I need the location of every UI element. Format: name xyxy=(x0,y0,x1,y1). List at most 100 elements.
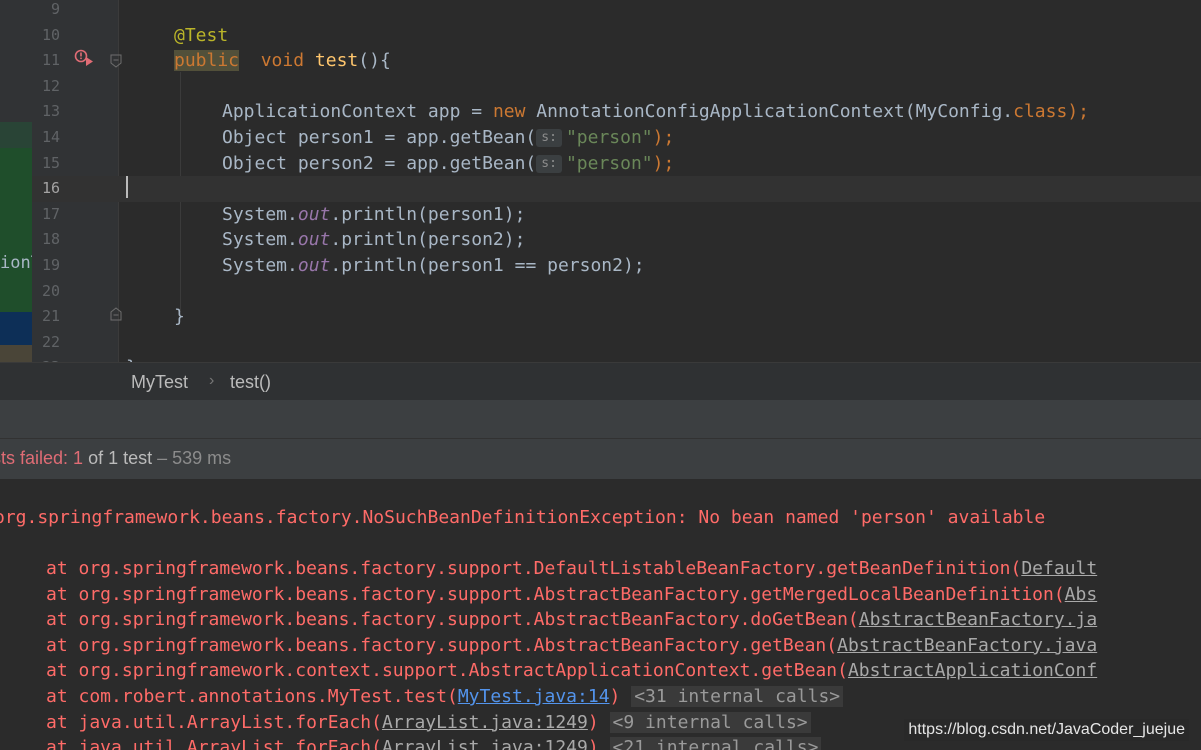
class-closing-brace: } xyxy=(126,355,137,362)
println-statement-3: System.out.println(person1 == person2); xyxy=(222,253,645,279)
code-line-10[interactable]: 10 @Test xyxy=(32,23,1201,49)
fold-end-icon[interactable] xyxy=(110,307,122,321)
method-call: .println(person1); xyxy=(330,203,526,225)
code-line-21[interactable]: 21 } xyxy=(32,304,1201,330)
source-link[interactable]: Abs xyxy=(1065,584,1098,605)
tests-failed-label: ests failed: xyxy=(0,448,69,468)
code-line-15[interactable]: 15 Object person2 = app.getBean(s: "perso… xyxy=(32,151,1201,177)
line-number: 19 xyxy=(41,256,60,274)
context-statement: ApplicationContext app = new AnnotationC… xyxy=(222,99,1089,125)
panel-block xyxy=(0,0,32,122)
code-line-22[interactable]: 22 xyxy=(32,330,1201,356)
source-link[interactable]: ArrayList.java:1249 xyxy=(382,737,588,750)
source-link[interactable]: ArrayList.java:1249 xyxy=(382,712,588,733)
class-ref: System. xyxy=(222,203,298,225)
keyword-public: public xyxy=(174,50,240,72)
line-number: 15 xyxy=(41,153,60,172)
console-output[interactable]: org.springframework.beans.factory.NoSuch… xyxy=(0,479,1201,750)
internal-calls-fold[interactable]: <9 internal calls> xyxy=(609,711,811,733)
code-line-12[interactable]: 12 xyxy=(32,74,1201,100)
code-line-23[interactable]: 23 } xyxy=(32,355,1201,362)
closing-brace: } xyxy=(174,306,185,328)
breadcrumb-method[interactable]: test() xyxy=(230,372,271,393)
statement-end: ); xyxy=(1067,101,1089,123)
code-line-9[interactable]: 9 xyxy=(32,0,1201,23)
line-number: 22 xyxy=(41,332,60,351)
statement-end: ); xyxy=(652,127,675,148)
code-line-11[interactable]: 11 public void test(){ xyxy=(32,48,1201,74)
frame-text: at java.util.ArrayList.forEach( xyxy=(46,711,382,733)
line-number: 16 xyxy=(41,179,60,198)
keyword-new: new xyxy=(492,101,526,123)
string-literal: "person" xyxy=(565,127,653,148)
source-link[interactable]: Default xyxy=(1021,558,1097,579)
exception-message: org.springframework.beans.factory.NoSuch… xyxy=(0,507,1046,528)
stack-frame: at java.util.ArrayList.forEach(ArrayList… xyxy=(46,735,822,750)
test-result-summary: ests failed: 1 of 1 test – 539 ms xyxy=(0,448,231,469)
source-link[interactable]: AbstractBeanFactory.java xyxy=(837,635,1097,656)
static-field: out xyxy=(297,255,331,276)
keyword-class: class xyxy=(1013,101,1068,123)
method-params: (){ xyxy=(358,50,391,72)
keyword-void: void xyxy=(260,50,305,72)
project-panel-strip: ionT xyxy=(0,0,32,400)
code-line-18[interactable]: 18 System.out.println(person2); xyxy=(32,227,1201,253)
code-line-14[interactable]: 14 Object person1 = app.getBean(s: "perso… xyxy=(32,125,1201,151)
getbean-statement-2: Object person2 = app.getBean(s: "person")… xyxy=(222,151,674,177)
breadcrumb: MyTest › test() xyxy=(0,362,1201,401)
frame-close: ) xyxy=(587,711,599,733)
code-line-19[interactable]: 19 System.out.println(person1 == person2… xyxy=(32,253,1201,279)
frame-text: at org.springframework.beans.factory.sup… xyxy=(46,634,838,656)
println-statement-1: System.out.println(person1); xyxy=(222,202,525,228)
stack-frame: at java.util.ArrayList.forEach(ArrayList… xyxy=(46,710,811,736)
panel-highlight-green-dark xyxy=(0,148,32,312)
code-line-17[interactable]: 17 System.out.println(person1); xyxy=(32,202,1201,228)
parameter-hint: s: xyxy=(536,154,562,173)
line-number: 9 xyxy=(50,0,60,18)
source-link[interactable]: AbstractApplicationConf xyxy=(848,660,1097,681)
breadcrumb-class[interactable]: MyTest xyxy=(131,372,188,393)
frame-text: at com.robert.annotations.MyTest.test( xyxy=(46,686,458,707)
statement-text: Object person1 = app.getBean( xyxy=(222,127,537,148)
frame-text: at org.springframework.beans.factory.sup… xyxy=(46,558,1022,579)
class-ref: System. xyxy=(222,255,298,276)
text-caret xyxy=(126,176,128,198)
test-status-bar: ests failed: 1 of 1 test – 539 ms xyxy=(0,438,1201,480)
stack-frame: at org.springframework.context.support.A… xyxy=(46,658,1097,684)
source-link[interactable]: MyTest.java:14 xyxy=(458,686,610,707)
line-number: 18 xyxy=(41,230,60,249)
code-line-13[interactable]: 13 ApplicationContext app = new Annotati… xyxy=(32,99,1201,125)
stack-frame: at org.springframework.beans.factory.sup… xyxy=(46,556,1097,582)
method-call: .println(person2); xyxy=(330,229,526,251)
run-test-failed-icon[interactable] xyxy=(74,49,96,69)
panel-selection-blue xyxy=(0,312,32,345)
line-number: 11 xyxy=(41,51,60,70)
frame-close: ) xyxy=(609,686,621,707)
line-number: 21 xyxy=(41,307,60,326)
internal-calls-fold[interactable]: <31 internal calls> xyxy=(631,686,844,707)
line-number: 14 xyxy=(41,128,60,146)
run-toolbar xyxy=(0,400,1201,438)
line-number: 13 xyxy=(41,102,60,121)
fold-start-icon[interactable] xyxy=(110,54,122,68)
static-field: out xyxy=(297,229,331,251)
source-link[interactable]: AbstractBeanFactory.ja xyxy=(859,609,1097,630)
method-declaration: public void test(){ xyxy=(174,48,391,74)
frame-text: at org.springframework.beans.factory.sup… xyxy=(46,583,1065,605)
parameter-hint: s: xyxy=(536,129,562,147)
type-name: ApplicationContext xyxy=(222,101,418,123)
line-number: 12 xyxy=(41,76,60,95)
line-number: 17 xyxy=(41,204,60,223)
statement-text: Object person2 = app.getBean( xyxy=(222,152,537,174)
method-call: .println(person1 == person2); xyxy=(330,255,645,276)
constructor-call: AnnotationConfigApplicationContext(MyCon… xyxy=(525,101,1014,123)
statement-end: ); xyxy=(652,152,675,174)
getbean-statement-1: Object person1 = app.getBean(s: "person")… xyxy=(222,125,674,151)
frame-text: at org.springframework.context.support.A… xyxy=(46,660,848,682)
println-statement-2: System.out.println(person2); xyxy=(222,227,525,253)
code-line-16[interactable]: 16 xyxy=(32,176,1201,202)
code-editor[interactable]: 9 10 @Test 11 public void test(){ 12 13 … xyxy=(32,0,1201,362)
code-line-20[interactable]: 20 xyxy=(32,279,1201,305)
internal-calls-fold[interactable]: <21 internal calls> xyxy=(609,737,822,750)
class-ref: System. xyxy=(222,229,298,251)
